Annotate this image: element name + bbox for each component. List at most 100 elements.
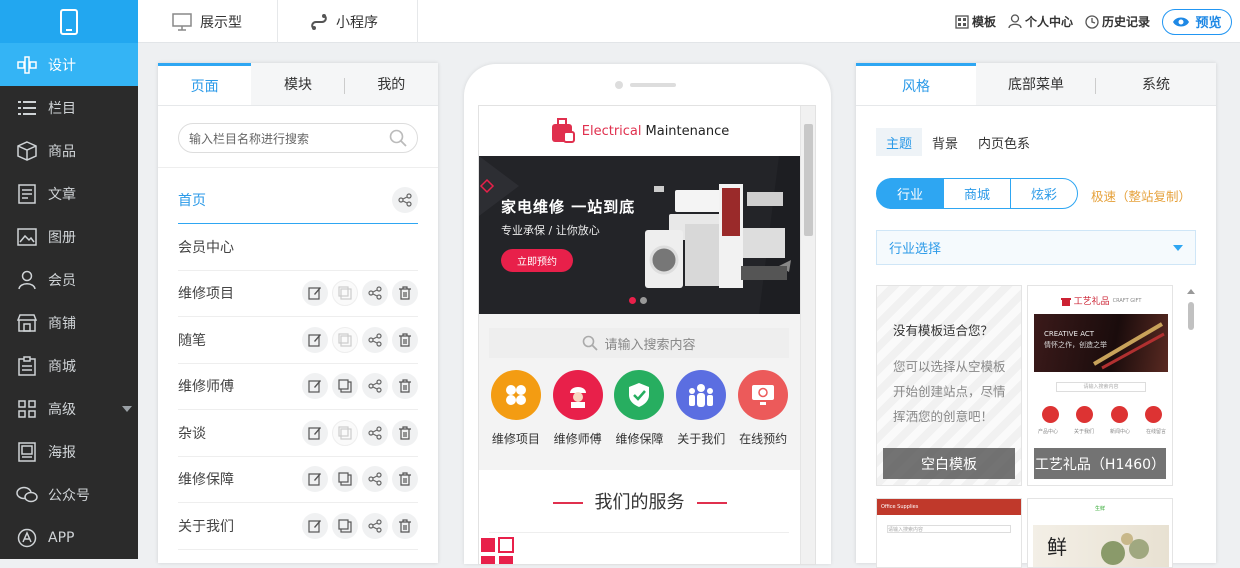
template-card-craft-gift[interactable]: 工艺礼品 CRAFT GIFT CREATIVE ACT 情怀之作，创造之举 请… [1027, 285, 1173, 486]
nav-item-members[interactable]: 会员 [0, 258, 138, 301]
quick-nav-repair-items[interactable]: 维修项目 [486, 370, 546, 470]
quick-nav-about[interactable]: 关于我们 [671, 370, 731, 470]
page-row-notes[interactable]: 随笔 [178, 317, 418, 364]
segment-colorful[interactable]: 炫彩 [1010, 178, 1078, 209]
delete-button[interactable] [392, 419, 418, 446]
carousel-dot[interactable] [640, 297, 647, 304]
template-card-office[interactable]: Office Supplies 请输入搜索内容 [876, 498, 1022, 568]
craft-nav-label: 关于我们 [1073, 429, 1094, 435]
tab-bottom-menu[interactable]: 底部菜单 [976, 63, 1096, 105]
quick-nav-guarantee[interactable]: 维修保障 [609, 370, 669, 470]
delete-button[interactable] [392, 466, 418, 493]
share-button[interactable] [362, 373, 388, 400]
tab-pages[interactable]: 页面 [158, 63, 252, 105]
tab-miniprogram[interactable]: 小程序 [278, 0, 418, 43]
nav-item-app[interactable]: APP [0, 516, 138, 559]
subtab-inner-colors[interactable]: 内页色系 [968, 128, 1040, 156]
scroll-up-icon[interactable] [1187, 289, 1195, 294]
site-search-bar[interactable]: 请输入搜索内容 [489, 328, 789, 358]
hero-banner[interactable]: 家电维修 一站到底 专业承保 / 让你放心 立即预约 [479, 156, 800, 314]
subtab-theme[interactable]: 主题 [876, 128, 923, 156]
industry-select[interactable]: 行业选择 [876, 230, 1196, 265]
column-search-input[interactable]: 输入栏目名称进行搜索 [178, 123, 418, 153]
template-card-blank[interactable]: 没有模板适合您？ 您可以选择从空模板开始创建站点，尽情挥洒您的创意吧！ 空白模板 [876, 285, 1022, 486]
delete-button[interactable] [392, 373, 418, 400]
quick-nav-booking[interactable]: 在线预约 [733, 370, 793, 470]
craft-search: 请输入搜索内容 [1056, 382, 1146, 392]
tab-display[interactable]: 展示型 [138, 0, 278, 43]
copy-icon [338, 379, 352, 393]
nav-item-advanced[interactable]: 高级 [0, 387, 138, 430]
chevron-down-icon [1173, 244, 1183, 251]
edit-button[interactable] [302, 326, 328, 353]
share-button[interactable] [362, 512, 388, 539]
nav-item-design[interactable]: 设计 [0, 43, 138, 86]
craft-nav-icon [1076, 406, 1094, 423]
phone-scrollbar[interactable] [800, 106, 815, 564]
edit-button[interactable] [302, 466, 328, 493]
copy-button[interactable] [332, 466, 358, 493]
template-card-fresh[interactable]: 生鲜 鲜 [1027, 498, 1173, 568]
subtab-background[interactable]: 背景 [922, 128, 968, 156]
edit-button[interactable] [302, 280, 328, 307]
user-center-link[interactable]: 个人中心 [1008, 13, 1073, 30]
page-row-misc[interactable]: 杂谈 [178, 410, 418, 457]
segment-mall[interactable]: 商城 [943, 178, 1011, 209]
share-button[interactable] [362, 280, 388, 307]
nav-item-mall[interactable]: 商城 [0, 344, 138, 387]
carousel-dot-active[interactable] [629, 297, 636, 304]
nav-item-wechat[interactable]: 公众号 [0, 473, 138, 516]
tab-mine[interactable]: 我的 [344, 63, 438, 105]
page-row-technicians[interactable]: 维修师傅 [178, 364, 418, 410]
template-link[interactable]: 模板 [955, 13, 996, 30]
nav-item-products[interactable]: 商品 [0, 129, 138, 172]
page-row-member-center[interactable]: 会员中心 [178, 224, 418, 271]
delete-button[interactable] [392, 280, 418, 307]
delete-button[interactable] [392, 512, 418, 539]
copy-button[interactable] [332, 373, 358, 400]
edit-button[interactable] [302, 419, 328, 446]
edit-button[interactable] [302, 512, 328, 539]
copy-button[interactable] [332, 326, 358, 353]
template-list-scrollbar[interactable] [1186, 285, 1196, 545]
nav-item-shops[interactable]: 商铺 [0, 301, 138, 344]
nav-item-articles[interactable]: 文章 [0, 172, 138, 215]
preview-button[interactable]: 预览 [1162, 8, 1232, 35]
page-row-guarantee[interactable]: 维修保障 [178, 457, 418, 503]
share-button[interactable] [362, 326, 388, 353]
template-icon [955, 14, 969, 29]
tab-system[interactable]: 系统 [1096, 63, 1216, 105]
share-button[interactable] [362, 466, 388, 493]
search-icon[interactable] [389, 129, 407, 147]
nav-item-poster[interactable]: 海报 [0, 430, 138, 473]
tab-style[interactable]: 风格 [856, 63, 976, 105]
book-now-button[interactable]: 立即预约 [501, 249, 573, 272]
page-row-about[interactable]: 关于我们 [178, 503, 418, 550]
nav-item-columns[interactable]: 栏目 [0, 86, 138, 129]
site-header[interactable]: Electrical Maintenance [479, 106, 800, 156]
scroll-thumb[interactable] [1188, 302, 1194, 330]
page-panel: 页面 模块 我的 输入栏目名称进行搜索 首页 会员中心 维修项目 随笔 维修师傅 [158, 63, 438, 563]
edit-button[interactable] [302, 373, 328, 400]
blank-card-caption: 空白模板 [883, 448, 1015, 479]
page-row-home[interactable]: 首页 [178, 168, 418, 224]
page-row-repair-items[interactable]: 维修项目 [178, 271, 418, 317]
quick-nav-technicians[interactable]: 维修师傅 [548, 370, 608, 470]
copy-button[interactable] [332, 280, 358, 307]
segment-industry[interactable]: 行业 [876, 178, 944, 209]
scroll-thumb[interactable] [804, 124, 813, 236]
share-button[interactable] [362, 419, 388, 446]
copy-icon [338, 472, 352, 486]
phone-screen[interactable]: Electrical Maintenance 家电维修 一站到底 专业承保 / … [478, 105, 816, 565]
copy-button[interactable] [332, 512, 358, 539]
mobile-logo[interactable] [0, 0, 138, 43]
delete-button[interactable] [392, 326, 418, 353]
copy-button[interactable] [332, 419, 358, 446]
nav-item-album[interactable]: 图册 [0, 215, 138, 258]
poster-icon [16, 441, 38, 463]
share-button[interactable] [392, 186, 418, 213]
tab-modules[interactable]: 模块 [251, 63, 345, 105]
history-link[interactable]: 历史记录 [1085, 13, 1150, 30]
craft-nav-label: 新闻中心 [1109, 429, 1130, 435]
fast-copy-link[interactable]: 极速（整站复制） [1091, 186, 1191, 205]
